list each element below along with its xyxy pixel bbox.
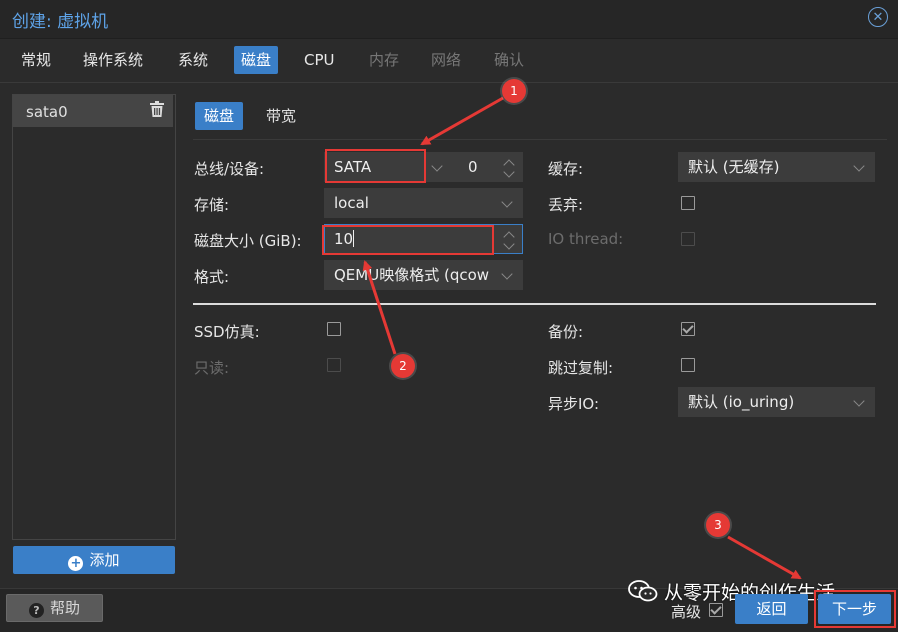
wechat-icon: [628, 580, 658, 602]
advanced-checkbox[interactable]: [709, 603, 723, 617]
arrow-3: [727, 535, 802, 580]
annotation-badge-3: 3: [706, 513, 730, 537]
annotation-arrows: [362, 96, 802, 580]
highlight-box-next: [814, 590, 896, 628]
arrow-1: [420, 96, 504, 146]
advanced-label: 高级: [671, 603, 702, 621]
annotation-badge-1: 1: [502, 79, 526, 103]
help-label: 帮助: [49, 599, 80, 617]
arrow-2: [362, 260, 397, 355]
help-icon: ?: [28, 603, 44, 618]
back-button[interactable]: 返回: [735, 594, 808, 624]
annotation-badge-2: 2: [391, 354, 415, 378]
help-button[interactable]: ? 帮助: [6, 594, 103, 622]
